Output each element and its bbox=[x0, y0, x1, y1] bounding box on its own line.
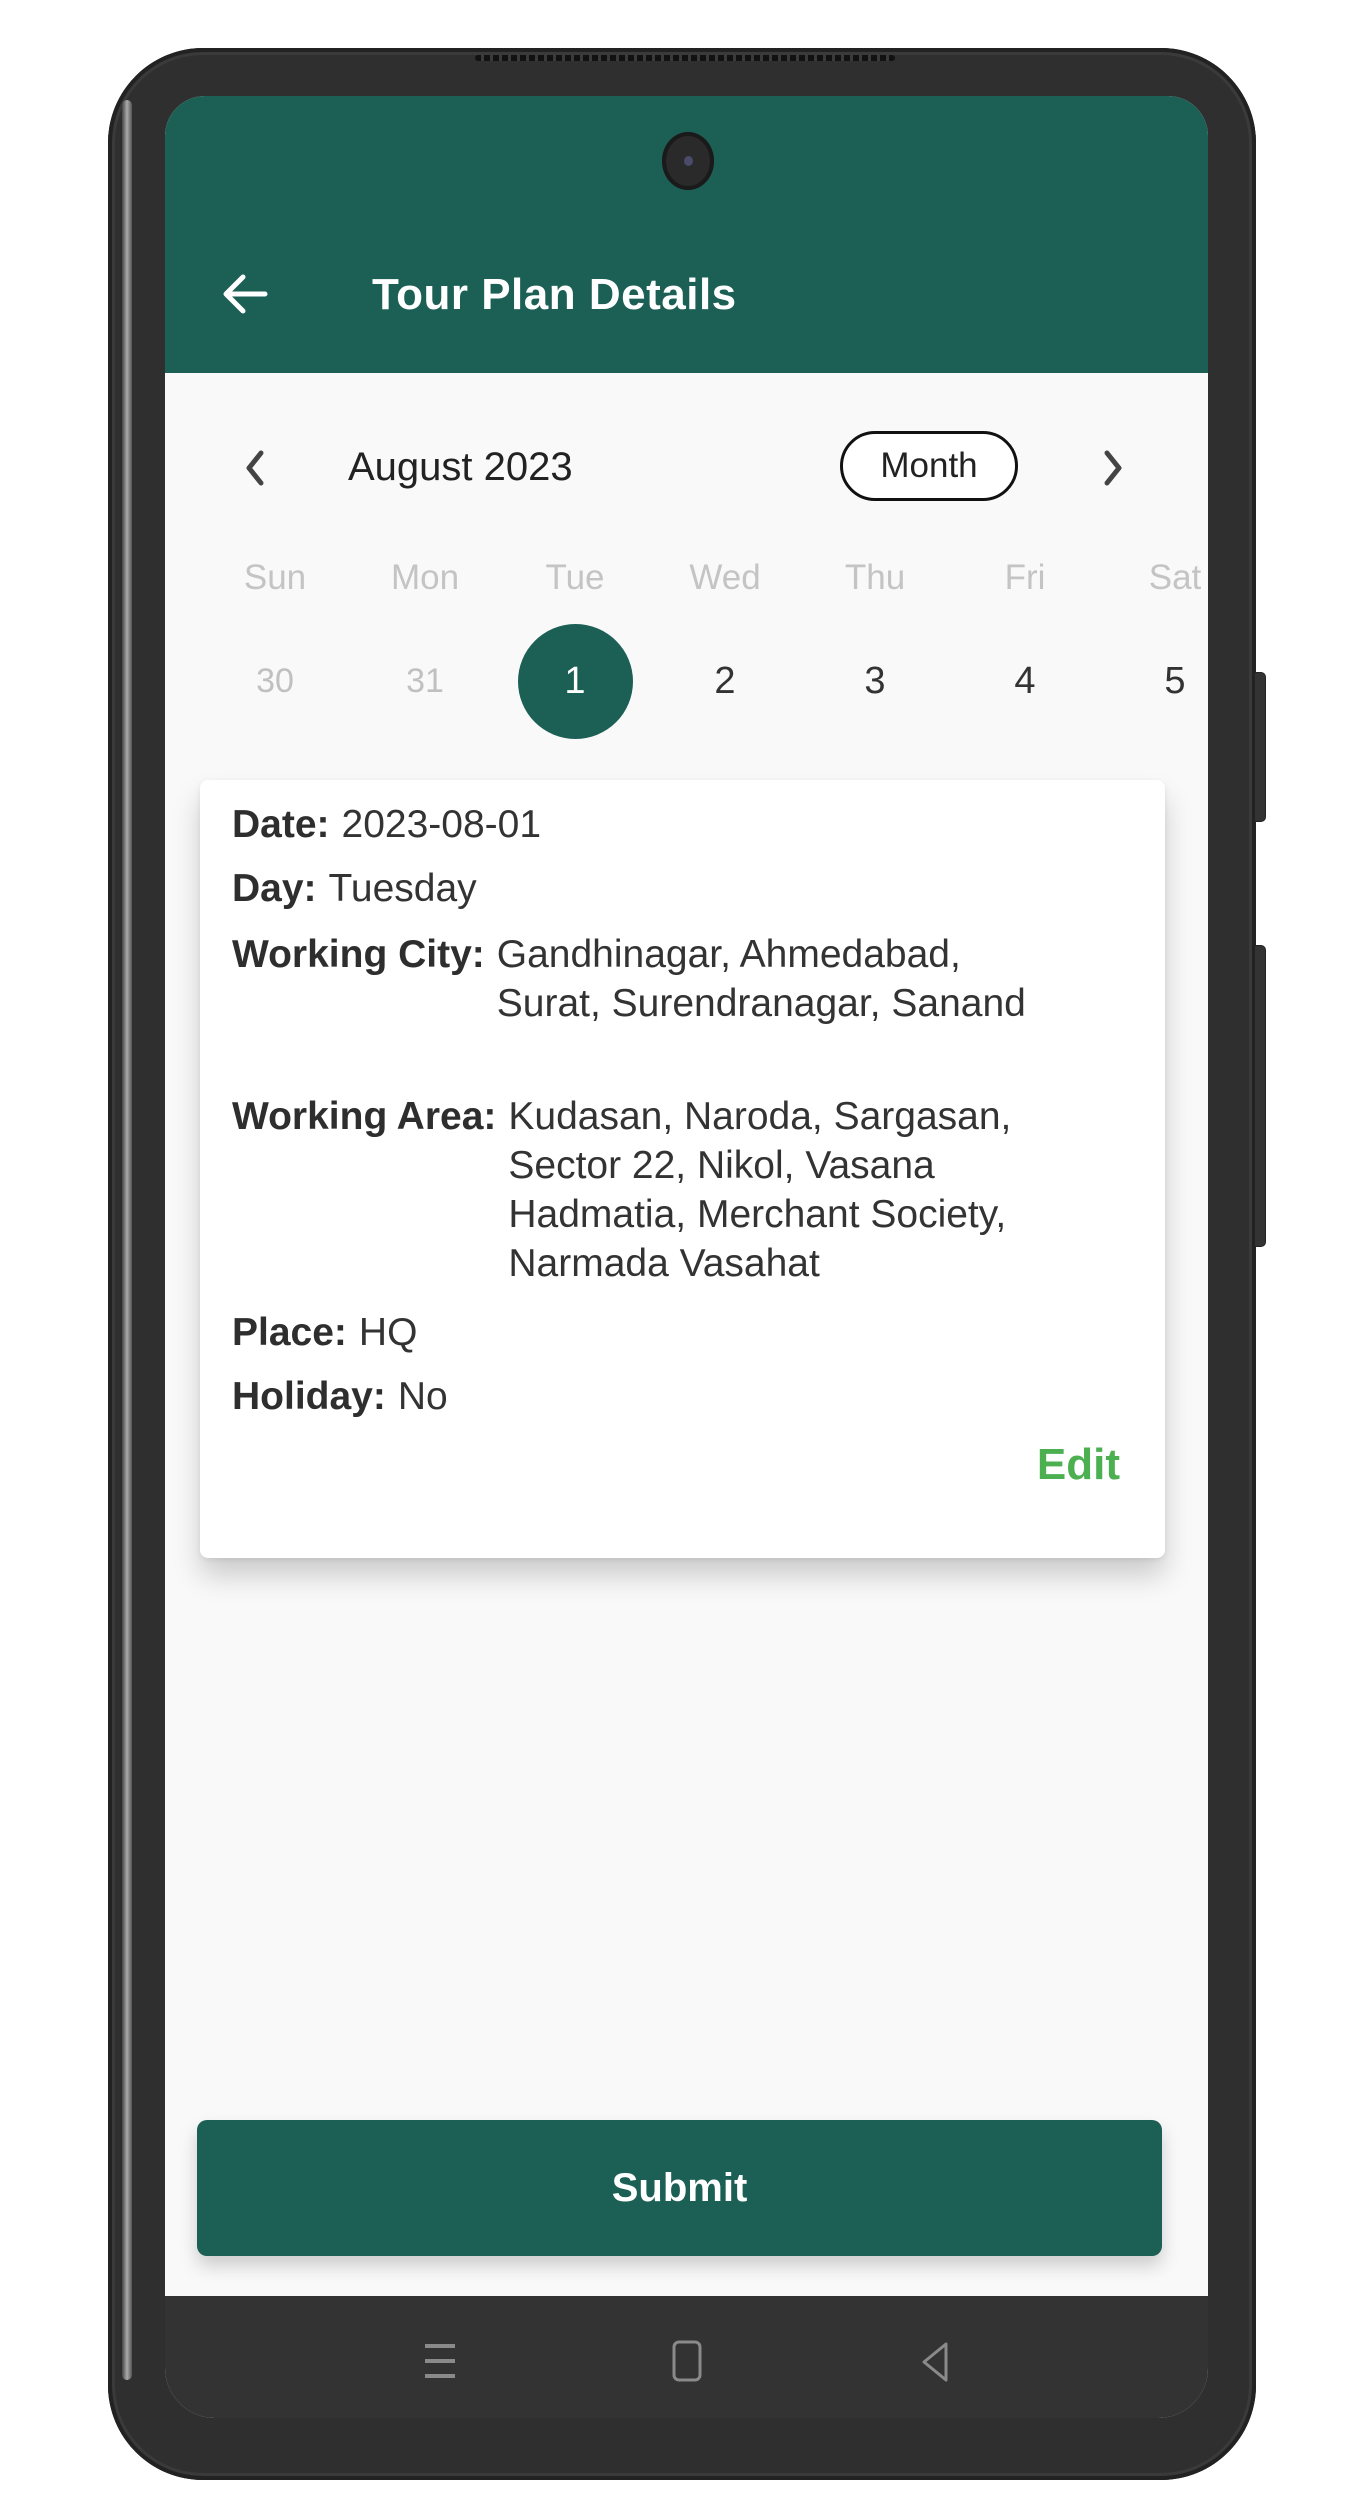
detail-row-working-city: Working City: Gandhinagar, Ahmedabad, Su… bbox=[232, 930, 1067, 1028]
weekday-label: Mon bbox=[390, 558, 460, 597]
calendar-day[interactable]: 31 bbox=[350, 624, 500, 738]
detail-row-date: Date: 2023-08-01 bbox=[232, 800, 541, 849]
earpiece-speaker bbox=[475, 55, 895, 61]
prev-month-button[interactable] bbox=[235, 443, 275, 493]
calendar-day[interactable]: 30 bbox=[200, 624, 350, 738]
chevron-left-icon bbox=[246, 450, 264, 486]
system-back-button[interactable] bbox=[910, 2336, 960, 2386]
calendar-day-selected[interactable]: 1 bbox=[500, 624, 650, 739]
detail-row-day: Day: Tuesday bbox=[232, 864, 477, 913]
weekday-label: Wed bbox=[689, 558, 761, 597]
weekday-label: Fri bbox=[1004, 558, 1046, 597]
current-month-label: August 2023 bbox=[348, 445, 573, 489]
app-header: Tour Plan Details bbox=[165, 96, 1208, 373]
weekday-label: Thu bbox=[844, 558, 906, 597]
detail-label: Working City: bbox=[232, 933, 485, 976]
front-camera bbox=[662, 132, 714, 190]
chevron-right-icon bbox=[1104, 450, 1122, 486]
volume-button bbox=[1254, 945, 1266, 1247]
recent-apps-icon bbox=[425, 2344, 455, 2378]
back-icon bbox=[922, 2342, 948, 2382]
day-number: 31 bbox=[406, 661, 444, 700]
detail-label: Place: bbox=[232, 1311, 347, 1354]
day-number: 1 bbox=[564, 659, 586, 702]
calendar-day[interactable]: 2 bbox=[650, 624, 800, 738]
tour-plan-card: Date: 2023-08-01 Day: Tuesday Working Ci… bbox=[200, 780, 1165, 1558]
weekday-label: Sat bbox=[1148, 558, 1202, 597]
day-number: 30 bbox=[256, 661, 294, 700]
week-dates: 30 31 1 2 3 4 5 bbox=[200, 624, 1208, 739]
detail-value: Kudasan, Naroda, Sargasan, Sector 22, Ni… bbox=[508, 1095, 1012, 1285]
power-button bbox=[1254, 672, 1266, 822]
detail-value: HQ bbox=[358, 1311, 418, 1354]
detail-value: Gandhinagar, Ahmedabad, Surat, Surendran… bbox=[496, 933, 1026, 1025]
weekday-label: Sun bbox=[243, 558, 307, 597]
day-number: 2 bbox=[714, 659, 736, 702]
next-month-button[interactable] bbox=[1093, 443, 1133, 493]
home-icon bbox=[672, 2340, 702, 2382]
detail-row-place: Place: HQ bbox=[232, 1308, 417, 1357]
weekday-header: Sun Mon Tue Wed Thu Fri Sat bbox=[200, 558, 1208, 598]
phone-edge-highlight bbox=[122, 100, 132, 2380]
back-button[interactable] bbox=[217, 266, 273, 322]
arrow-left-icon bbox=[223, 274, 268, 314]
calendar-day[interactable]: 3 bbox=[800, 624, 950, 738]
system-navigation-bar bbox=[165, 2296, 1208, 2418]
app-screen: Tour Plan Details August 2023 Month Sun … bbox=[165, 96, 1208, 2418]
edit-button[interactable]: Edit bbox=[1037, 1440, 1120, 1490]
weekday-label: Tue bbox=[545, 558, 605, 597]
calendar-month-bar: August 2023 Month bbox=[165, 431, 1208, 507]
detail-label: Working Area: bbox=[232, 1095, 497, 1138]
detail-value: No bbox=[397, 1375, 448, 1418]
day-number: 5 bbox=[1164, 659, 1186, 702]
detail-label: Holiday: bbox=[232, 1375, 386, 1418]
detail-value: Tuesday bbox=[328, 867, 477, 910]
recent-apps-button[interactable] bbox=[415, 2336, 465, 2386]
day-number: 3 bbox=[864, 659, 886, 702]
view-mode-toggle[interactable]: Month bbox=[840, 431, 1018, 501]
detail-row-holiday: Holiday: No bbox=[232, 1372, 448, 1421]
calendar-day[interactable]: 4 bbox=[950, 624, 1100, 738]
calendar-day[interactable]: 5 bbox=[1100, 624, 1208, 738]
detail-label: Day: bbox=[232, 867, 317, 910]
detail-label: Date: bbox=[232, 803, 330, 846]
submit-button[interactable]: Submit bbox=[197, 2120, 1162, 2256]
detail-row-working-area: Working Area: Kudasan, Naroda, Sargasan,… bbox=[232, 1092, 1098, 1288]
detail-value: 2023-08-01 bbox=[341, 803, 542, 846]
day-number: 4 bbox=[1014, 659, 1036, 702]
page-title: Tour Plan Details bbox=[372, 270, 737, 319]
home-button[interactable] bbox=[662, 2336, 712, 2386]
